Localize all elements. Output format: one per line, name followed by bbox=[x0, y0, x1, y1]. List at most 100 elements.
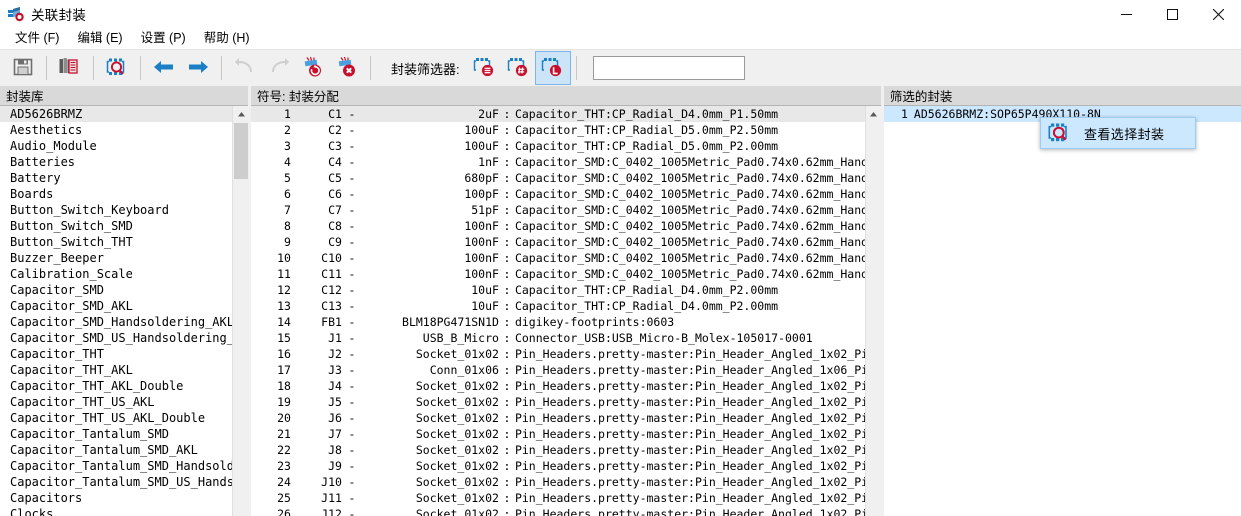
assigned-footprint: Capacitor_SMD:C_0402_1005Metric_Pad0.74x… bbox=[514, 187, 865, 201]
component-list-scrollbar[interactable] bbox=[864, 106, 881, 516]
row-index: 9 bbox=[284, 235, 291, 249]
minimize-button[interactable] bbox=[1103, 0, 1149, 28]
component-row[interactable]: 6 C6- 100pF: Capacitor_SMD:C_0402_1005Metri… bbox=[251, 186, 865, 202]
library-list-item[interactable]: Boards bbox=[0, 186, 232, 202]
component-row[interactable]: 7 C7- 51pF: Capacitor_SMD:C_0402_1005Metric… bbox=[251, 202, 865, 218]
component-value: 51pF bbox=[471, 203, 499, 217]
library-list-item[interactable]: Capacitor_Tantalum_SMD_AKL bbox=[0, 442, 232, 458]
menu-help[interactable]: 帮助 (H) bbox=[195, 29, 259, 49]
library-list-item[interactable]: Capacitor_Tantalum_SMD_Handsoldering_A bbox=[0, 458, 232, 474]
library-list-item[interactable]: Capacitor_SMD bbox=[0, 282, 232, 298]
redo-button[interactable] bbox=[262, 52, 296, 84]
component-reference: C3 bbox=[328, 139, 342, 153]
library-list-item[interactable]: Battery bbox=[0, 170, 232, 186]
library-list-item[interactable]: Audio_Module bbox=[0, 138, 232, 154]
component-row[interactable]: 2 C2- 100uF: Capacitor_THT:CP_Radial_D5.0mm… bbox=[251, 122, 865, 138]
arrow-right-icon bbox=[186, 57, 210, 80]
library-scroll-thumb[interactable] bbox=[234, 123, 248, 179]
component-row[interactable]: 1 C1- 2uF: Capacitor_THT:CP_Radial_D4.0mm_P… bbox=[250, 106, 865, 122]
menu-preferences[interactable]: 设置 (P) bbox=[132, 29, 195, 49]
component-row[interactable]: 21 J7- Socket_01x02: Pin_Headers.pretty-mas… bbox=[251, 426, 865, 442]
component-row[interactable]: 25 J11- Socket_01x02: Pin_Headers.pretty-ma… bbox=[251, 490, 865, 506]
component-value: 100uF bbox=[464, 123, 499, 137]
library-list-item[interactable]: Buzzer_Beeper bbox=[0, 250, 232, 266]
component-row[interactable]: 22 J8- Socket_01x02: Pin_Headers.pretty-mas… bbox=[251, 442, 865, 458]
next-button[interactable] bbox=[181, 52, 215, 84]
library-list-item[interactable]: Button_Switch_SMD bbox=[0, 218, 232, 234]
undo-button[interactable] bbox=[228, 52, 262, 84]
library-list-item[interactable]: Capacitor_SMD_Handsoldering_AKL bbox=[0, 314, 232, 330]
component-reference: C6 bbox=[328, 187, 342, 201]
library-list-item[interactable]: Capacitor_THT_US_AKL_Double bbox=[0, 410, 232, 426]
component-row[interactable]: 5 C5- 680pF: Capacitor_SMD:C_0402_1005Metri… bbox=[251, 170, 865, 186]
footprint-library-list[interactable]: AD5626BRMZ Aesthetics Audio_Module Batterie… bbox=[0, 106, 232, 516]
component-row[interactable]: 16 J2- Socket_01x02: Pin_Headers.pretty-mas… bbox=[251, 346, 865, 362]
component-row[interactable]: 3 C3- 100uF: Capacitor_THT:CP_Radial_D5.0mm… bbox=[251, 138, 865, 154]
maximize-button[interactable] bbox=[1149, 0, 1195, 28]
component-row[interactable]: 19 J5- Socket_01x02: Pin_Headers.pretty-mas… bbox=[251, 394, 865, 410]
library-list-item[interactable]: Calibration_Scale bbox=[0, 266, 232, 282]
component-row[interactable]: 10 C10- 100nF: Capacitor_SMD:C_0402_1005Met… bbox=[251, 250, 865, 266]
component-row[interactable]: 24 J10- Socket_01x02: Pin_Headers.pretty-ma… bbox=[251, 474, 865, 490]
menu-edit[interactable]: 编辑 (E) bbox=[68, 29, 131, 49]
row-index: 22 bbox=[277, 443, 291, 457]
library-list-item[interactable]: Capacitor_THT bbox=[0, 346, 232, 362]
assign-footprints-window: 关联封装 文件 (F) 编辑 (E) 设置 (P) 帮助 (H) 封装筛选器: … bbox=[0, 0, 1241, 516]
filter-by-library-button[interactable] bbox=[534, 51, 571, 85]
auto-assign-button[interactable] bbox=[296, 52, 330, 84]
assigned-footprint: Pin_Headers.pretty-master:Pin_Header_Ang… bbox=[514, 459, 865, 473]
footprint-filter-input[interactable] bbox=[592, 56, 745, 80]
library-list-item[interactable]: Capacitor_THT_AKL_Double bbox=[0, 378, 232, 394]
close-button[interactable] bbox=[1195, 0, 1241, 28]
component-row[interactable]: 17 J3- Conn_01x06: Pin_Headers.pretty-maste… bbox=[251, 362, 865, 378]
filter-by-keyword-button[interactable] bbox=[468, 52, 502, 84]
library-list-item[interactable]: AD5626BRMZ bbox=[0, 106, 232, 122]
component-row[interactable]: 20 J6- Socket_01x02: Pin_Headers.pretty-mas… bbox=[251, 410, 865, 426]
library-scroll-track[interactable] bbox=[233, 123, 248, 516]
component-row[interactable]: 23 J9- Socket_01x02: Pin_Headers.pretty-mas… bbox=[251, 458, 865, 474]
component-row[interactable]: 18 J4- Socket_01x02: Pin_Headers.pretty-mas… bbox=[251, 378, 865, 394]
save-button[interactable] bbox=[6, 52, 40, 84]
view-selected-footprint-label: 查看选择封装 bbox=[1084, 126, 1165, 142]
library-list-item[interactable]: Capacitor_SMD_AKL bbox=[0, 298, 232, 314]
delete-assignments-button[interactable] bbox=[330, 52, 364, 84]
library-list-item[interactable]: Button_Switch_THT bbox=[0, 234, 232, 250]
component-assignment-list[interactable]: 1 C1-2uF: Capacitor_THT:CP_Radial_D4.0mm_P… bbox=[250, 106, 865, 516]
component-reference: C1 bbox=[328, 107, 342, 121]
component-row[interactable]: 12 C12- 10uF: Capacitor_THT:CP_Radial_D4.0m… bbox=[251, 282, 865, 298]
component-row[interactable]: 9 C9- 100nF: Capacitor_SMD:C_0402_1005Metri… bbox=[251, 234, 865, 250]
library-list-item[interactable]: Clocks bbox=[0, 506, 232, 516]
component-reference: C13 bbox=[321, 299, 342, 313]
component-scroll-track[interactable] bbox=[865, 123, 881, 516]
component-value: Socket_01x02 bbox=[415, 491, 499, 505]
row-colon: : bbox=[503, 203, 511, 217]
library-list-item[interactable]: Batteries bbox=[0, 154, 232, 170]
component-row[interactable]: 4 C4- 1nF: Capacitor_SMD:C_0402_1005Metric_… bbox=[251, 154, 865, 170]
library-list-scrollbar[interactable] bbox=[232, 106, 248, 516]
library-list-item[interactable]: Capacitor_THT_US_AKL bbox=[0, 394, 232, 410]
component-row[interactable]: 15 J1- USB_B_Micro: Connector_USB:USB_Micro… bbox=[251, 330, 865, 346]
library-list-item[interactable]: Capacitors bbox=[0, 490, 232, 506]
library-list-item[interactable]: Capacitor_Tantalum_SMD bbox=[0, 426, 232, 442]
configure-paths-button[interactable] bbox=[53, 52, 87, 84]
component-reference: C9 bbox=[328, 235, 342, 249]
component-row[interactable]: 13 C13- 10uF: Capacitor_THT:CP_Radial_D4.0m… bbox=[251, 298, 865, 314]
view-selected-footprint-popup[interactable]: 查看选择封装 bbox=[1040, 117, 1196, 149]
library-list-item[interactable]: Aesthetics bbox=[0, 122, 232, 138]
component-row[interactable]: 8 C8- 100nF: Capacitor_SMD:C_0402_1005Metri… bbox=[251, 218, 865, 234]
library-list-item[interactable]: Capacitor_SMD_US_Handsoldering_AKL bbox=[0, 330, 232, 346]
component-row[interactable]: 14 FB1- BLM18PG471SN1D: digikey-footprints:… bbox=[251, 314, 865, 330]
library-list-item[interactable]: Capacitor_Tantalum_SMD_US_Handsolderin bbox=[0, 474, 232, 490]
library-list-item[interactable]: Capacitor_THT_AKL bbox=[0, 362, 232, 378]
component-row[interactable]: 11 C11- 100nF: Capacitor_SMD:C_0402_1005Met… bbox=[251, 266, 865, 282]
row-index: 14 bbox=[277, 315, 291, 329]
component-row[interactable]: 26 J12- Socket_01x02: Pin_Headers.pretty-ma… bbox=[251, 506, 865, 516]
scroll-up-icon[interactable] bbox=[233, 106, 248, 123]
library-list-item[interactable]: Button_Switch_Keyboard bbox=[0, 202, 232, 218]
filter-by-pincount-button[interactable] bbox=[502, 52, 536, 84]
previous-button[interactable] bbox=[147, 52, 181, 84]
menu-file[interactable]: 文件 (F) bbox=[6, 29, 68, 49]
scroll-up-icon[interactable] bbox=[865, 106, 881, 123]
footprint-viewer-button[interactable] bbox=[100, 52, 134, 84]
component-value: Socket_01x02 bbox=[415, 427, 499, 441]
